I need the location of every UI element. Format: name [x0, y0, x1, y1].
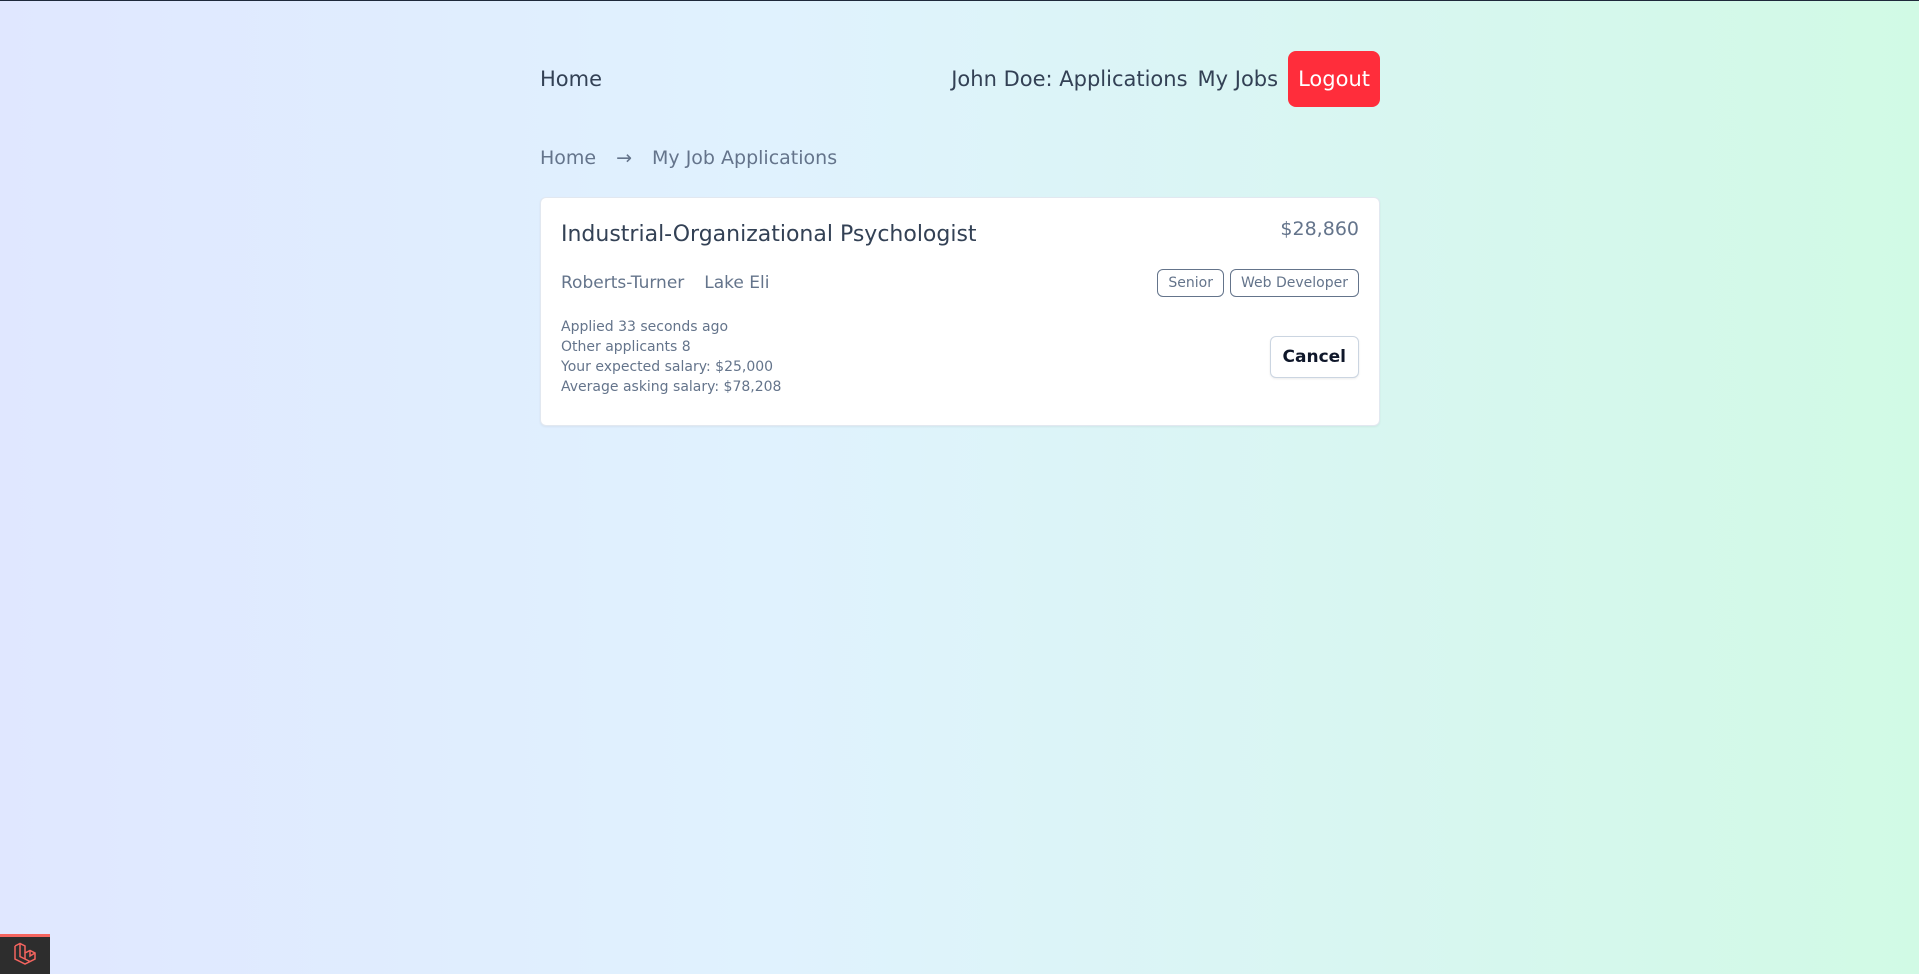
- job-tags: Senior Web Developer: [1157, 269, 1359, 297]
- job-location: Lake Eli: [704, 273, 770, 293]
- company-name: Roberts-Turner: [561, 273, 685, 293]
- application-stats: Applied 33 seconds ago Other applicants …: [561, 317, 781, 397]
- card-header: Industrial-Organizational Psychologist $…: [561, 218, 1359, 247]
- nav-right: John Doe: Applications My Jobs Logout: [951, 51, 1380, 107]
- card-footer: Applied 33 seconds ago Other applicants …: [561, 317, 1359, 397]
- breadcrumb-current: My Job Applications: [652, 147, 838, 169]
- breadcrumb-home-link[interactable]: Home: [540, 147, 596, 169]
- laravel-logo-icon: [12, 941, 38, 971]
- breadcrumb: Home → My Job Applications: [540, 147, 837, 169]
- application-card: Industrial-Organizational Psychologist $…: [540, 197, 1380, 426]
- debugbar-toggle[interactable]: [0, 934, 50, 974]
- job-title: Industrial-Organizational Psychologist: [561, 222, 977, 247]
- expected-salary: Your expected salary: $25,000: [561, 359, 774, 375]
- job-meta: Roberts-Turner Lake Eli: [561, 273, 769, 293]
- applied-time: Applied 33 seconds ago: [561, 319, 729, 335]
- job-salary: $28,860: [1280, 218, 1359, 240]
- arrow-right-icon: →: [616, 147, 633, 169]
- top-nav: Home John Doe: Applications My Jobs Logo…: [540, 51, 1380, 107]
- average-salary: Average asking salary: $78,208: [561, 379, 782, 395]
- tag-experience[interactable]: Senior: [1157, 269, 1225, 297]
- tag-category[interactable]: Web Developer: [1230, 269, 1359, 297]
- card-meta-row: Roberts-Turner Lake Eli Senior Web Devel…: [561, 269, 1359, 297]
- nav-user-applications-link[interactable]: John Doe: Applications: [951, 67, 1187, 91]
- nav-home-link[interactable]: Home: [540, 67, 602, 91]
- other-applicants: Other applicants 8: [561, 339, 691, 355]
- logout-button[interactable]: Logout: [1288, 51, 1380, 107]
- cancel-application-button[interactable]: Cancel: [1269, 336, 1359, 378]
- nav-my-jobs-link[interactable]: My Jobs: [1198, 67, 1279, 91]
